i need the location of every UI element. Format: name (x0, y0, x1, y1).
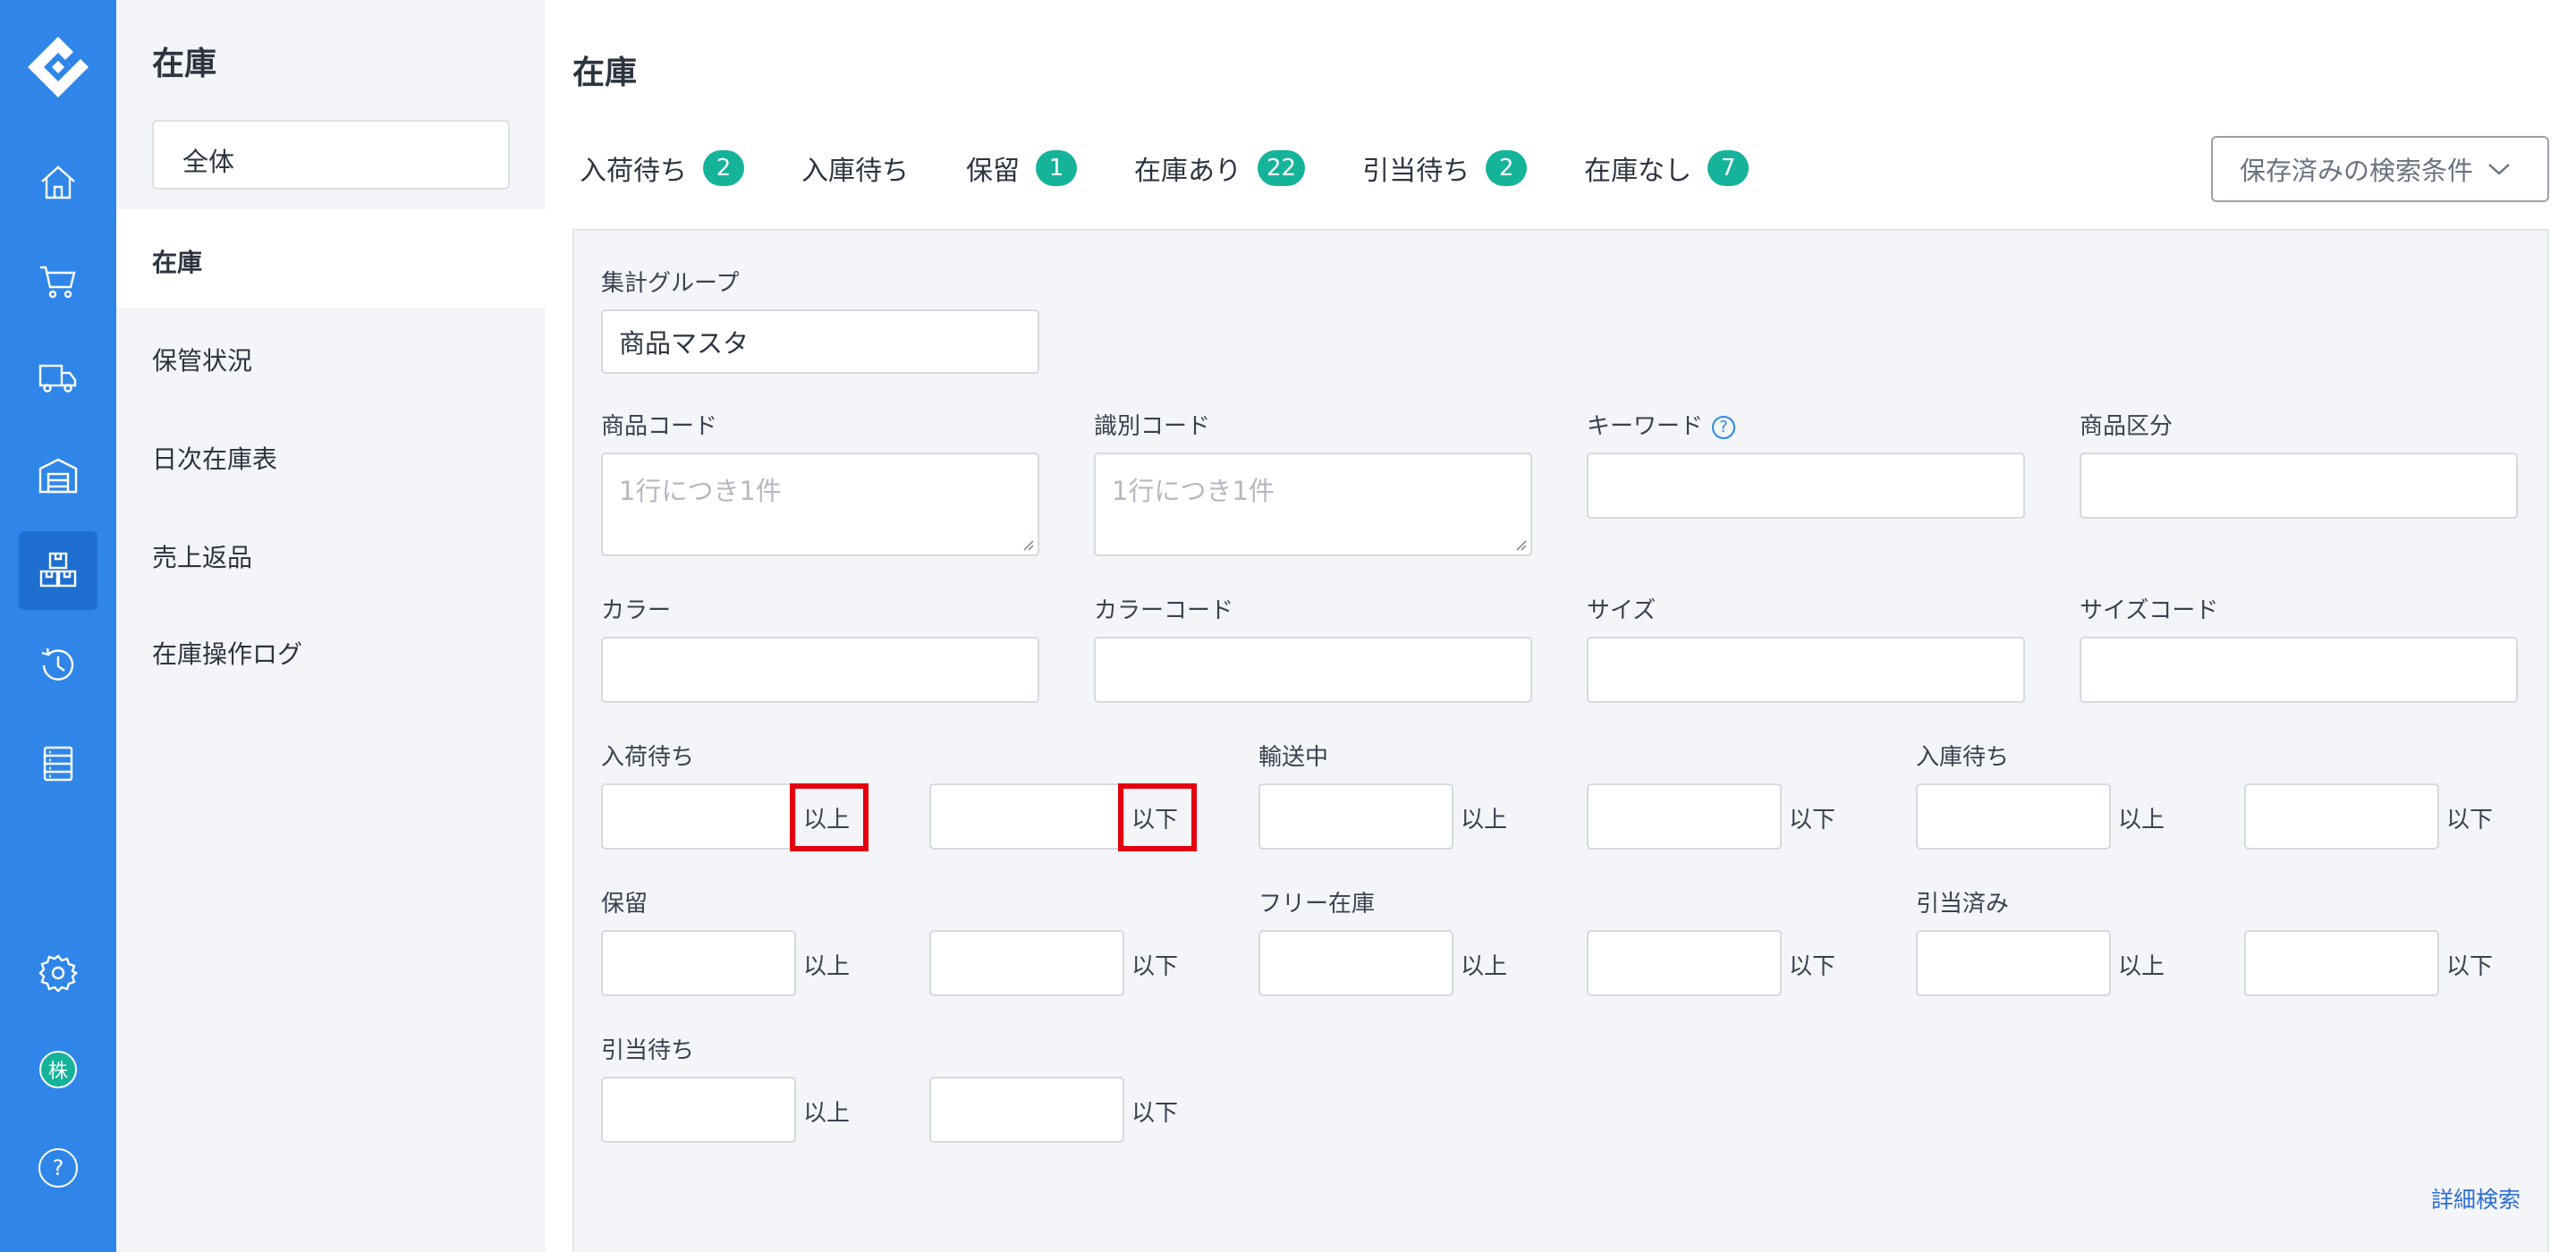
max-unit: 以下 (1789, 953, 1836, 980)
in-transit-max-input[interactable] (1587, 783, 1782, 850)
help-icon[interactable]: ? (19, 1129, 97, 1207)
company-avatar: 株 (39, 1051, 77, 1088)
allocated-max-input[interactable] (2244, 930, 2439, 996)
main-content: 在庫 入荷待ち 2 入庫待ち 保留 1 在庫あり 22 引当待ち 2 在庫なし 7 保存済… (546, 0, 2576, 1252)
allocated-label: 引当済み (1916, 891, 2010, 918)
min-unit: 以上 (803, 953, 851, 980)
tab-putaway-pending[interactable]: 入庫待ち (801, 148, 909, 188)
hold-label: 保留 (601, 891, 648, 918)
tab-arrival-pending[interactable]: 入荷待ち 2 (580, 148, 744, 188)
category-label: 商品区分 (2080, 413, 2174, 440)
logo-icon[interactable] (24, 33, 92, 101)
max-unit: 以下 (1131, 1100, 1179, 1127)
max-unit: 以下 (1789, 807, 1836, 833)
putaway-pending-min-input[interactable] (1916, 783, 2111, 850)
count-badge: 1 (1036, 150, 1077, 186)
inventory-icon[interactable] (19, 531, 97, 610)
subnav-title: 在庫 (152, 46, 217, 82)
highlight-box (1118, 783, 1197, 851)
min-unit: 以上 (1461, 953, 1508, 980)
chevron-down-icon (2488, 164, 2510, 175)
allocation-pending-min-input[interactable] (601, 1077, 796, 1143)
group-label: 集計グループ (601, 270, 740, 297)
subnav-item-storage[interactable]: 保管状況 (116, 308, 546, 406)
putaway-pending-max-input[interactable] (2244, 783, 2439, 850)
allocation-pending-label: 引当待ち (601, 1037, 695, 1064)
help-icon[interactable]: ? (1712, 415, 1736, 439)
icon-rail: 株 ? (0, 0, 116, 1252)
arrival-pending-min-input[interactable] (601, 783, 796, 850)
id-code-textarea[interactable]: 1行につき1件 (1094, 453, 1532, 556)
putaway-pending-label: 入庫待ち (1916, 744, 2010, 771)
resize-grip-icon[interactable] (1021, 538, 1034, 551)
subnav-item-inventory[interactable]: 在庫 (116, 209, 546, 308)
color-code-label: カラーコード (1094, 597, 1234, 624)
allocated-min-input[interactable] (1916, 930, 2111, 996)
tab-allocation-pending[interactable]: 引当待ち 2 (1362, 148, 1528, 188)
size-code-input[interactable] (2080, 637, 2518, 703)
sub-navigation: 在庫 全体 在庫 保管状況 日次在庫表 売上返品 在庫操作ログ (116, 0, 546, 1252)
free-stock-label: フリー在庫 (1258, 891, 1376, 918)
subnav-item-daily[interactable]: 日次在庫表 (116, 406, 546, 504)
home-icon[interactable] (19, 143, 97, 222)
allocation-pending-max-input[interactable] (929, 1077, 1124, 1143)
tab-in-stock[interactable]: 在庫あり 22 (1134, 148, 1306, 188)
min-unit: 以上 (2118, 953, 2165, 980)
help-glyph: ? (38, 1148, 78, 1188)
history-icon[interactable] (19, 626, 97, 705)
in-transit-label: 輸送中 (1258, 744, 1329, 771)
arrival-pending-label: 入荷待ち (601, 744, 695, 771)
page-title: 在庫 (572, 55, 638, 91)
keyword-input[interactable] (1587, 453, 2025, 519)
scope-selector[interactable]: 全体 (152, 120, 510, 190)
count-badge: 7 (1707, 150, 1750, 186)
count-badge: 2 (1486, 150, 1528, 186)
max-unit: 以下 (1131, 953, 1179, 980)
highlight-box (790, 783, 869, 851)
status-tabs: 入荷待ち 2 入庫待ち 保留 1 在庫あり 22 引当待ち 2 在庫なし 7 (580, 148, 1806, 188)
size-code-label: サイズコード (2080, 597, 2219, 624)
count-badge: 2 (703, 150, 744, 186)
subnav-item-returns[interactable]: 売上返品 (116, 504, 546, 603)
in-transit-min-input[interactable] (1258, 783, 1453, 850)
max-unit: 以下 (2446, 953, 2494, 980)
list-icon[interactable] (19, 724, 97, 803)
hold-min-input[interactable] (601, 930, 796, 996)
color-label: カラー (601, 597, 672, 624)
free-stock-max-input[interactable] (1587, 930, 1782, 996)
arrival-pending-max-input[interactable] (929, 783, 1124, 850)
min-unit: 以上 (1461, 807, 1508, 833)
truck-icon[interactable] (19, 338, 97, 417)
resize-grip-icon[interactable] (1514, 538, 1527, 551)
color-code-input[interactable] (1094, 637, 1532, 703)
free-stock-min-input[interactable] (1258, 930, 1453, 996)
warehouse-icon[interactable] (19, 436, 97, 514)
saved-search-dropdown[interactable]: 保存済みの検索条件 (2211, 136, 2549, 202)
min-unit: 以上 (803, 1100, 851, 1127)
min-unit: 以上 (2118, 807, 2165, 833)
id-code-label: 識別コード (1094, 413, 1211, 440)
product-code-textarea[interactable]: 1行につき1件 (601, 453, 1039, 556)
settings-icon[interactable] (19, 934, 97, 1012)
max-unit: 以下 (2446, 807, 2494, 833)
group-select[interactable]: 商品マスタ (601, 309, 1039, 374)
company-icon[interactable]: 株 (19, 1030, 97, 1109)
search-panel: 集計グループ 商品マスタ 商品コード 1行につき1件 識別コード 1行につき1件… (572, 229, 2549, 1252)
category-input[interactable] (2080, 453, 2518, 519)
count-badge: 22 (1258, 150, 1306, 186)
tab-on-hold[interactable]: 保留 1 (966, 148, 1077, 188)
size-label: サイズ (1587, 597, 1657, 624)
tab-out-of-stock[interactable]: 在庫なし 7 (1584, 148, 1750, 188)
product-code-label: 商品コード (601, 413, 718, 440)
hold-max-input[interactable] (929, 930, 1124, 996)
advanced-search-link[interactable]: 詳細検索 (2431, 1182, 2521, 1214)
subnav-item-log[interactable]: 在庫操作ログ (116, 601, 546, 699)
keyword-label: キーワード? (1587, 408, 1736, 441)
color-input[interactable] (601, 637, 1039, 703)
cart-icon[interactable] (19, 241, 97, 320)
size-input[interactable] (1587, 637, 2025, 703)
